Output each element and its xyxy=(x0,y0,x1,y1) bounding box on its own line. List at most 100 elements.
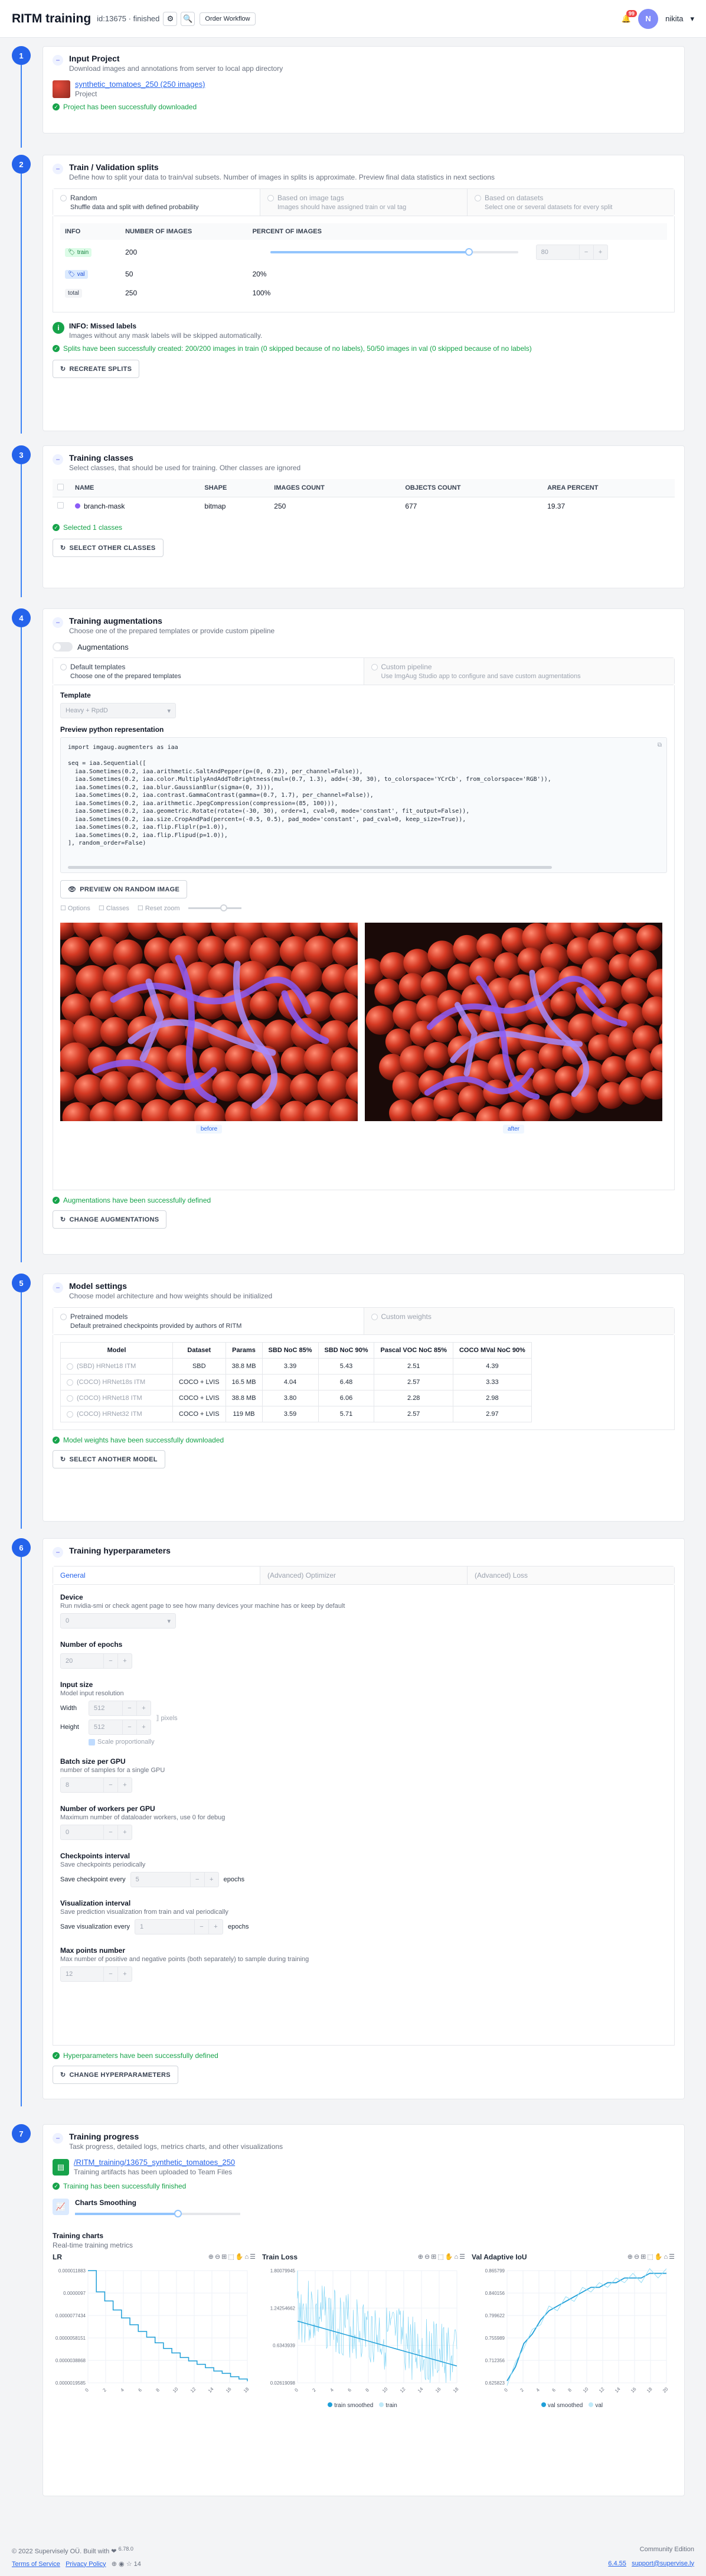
workers-input[interactable]: 0− + xyxy=(60,1825,132,1840)
preview-label: Preview python representation xyxy=(60,725,164,734)
epochs-input[interactable]: 20− + xyxy=(60,1653,132,1669)
hyperparameters-card: − Training hyperparameters General (Advan… xyxy=(43,1538,685,2099)
search-icon[interactable]: 🔍 xyxy=(181,11,195,26)
collapse-icon[interactable]: − xyxy=(53,164,63,174)
select-other-classes-button[interactable]: ↻ SELECT OTHER CLASSES xyxy=(53,539,164,557)
collapse-icon[interactable]: − xyxy=(53,454,63,465)
chart-toolbar-icons[interactable]: ⊕⊖⊞⬚✋⌂☰ xyxy=(627,2253,676,2261)
tab-default-templates[interactable]: Default templates Choose one of the prepa… xyxy=(53,658,364,685)
device-select[interactable]: 0 ▾ xyxy=(60,1613,176,1629)
class-checkbox[interactable] xyxy=(57,502,64,509)
tab-random[interactable]: Random Shuffle data and split with define… xyxy=(53,189,260,216)
tab-custom-weights[interactable]: Custom weights xyxy=(364,1308,674,1334)
y-tick-label: 0.000011883 xyxy=(58,2268,86,2274)
tab-optimizer[interactable]: (Advanced) Optimizer xyxy=(260,1567,468,1584)
batch-size-input[interactable]: 8− + xyxy=(60,1777,132,1793)
tomato xyxy=(250,991,279,1020)
classes-checkbox[interactable]: ☐ Classes xyxy=(99,904,129,912)
model-row[interactable]: (COCO) HRNet18s ITM COCO + LVIS 16.5 MB 4.0… xyxy=(60,1374,532,1390)
collapse-icon[interactable]: − xyxy=(53,1282,63,1293)
tab-custom-pipeline[interactable]: Custom pipeline Use ImgAug Studio app to … xyxy=(364,658,674,685)
artifacts-link[interactable]: /RITM_training/13675_synthetic_tomatoes_… xyxy=(74,2158,235,2167)
checkpoint-interval-input[interactable]: 5− + xyxy=(130,1872,219,1887)
support-email[interactable]: support@supervise.ly xyxy=(632,2560,694,2567)
chart-0: LR ⊕⊖⊞⬚✋⌂☰ 0.000011883 0.0000097 0.000007743… xyxy=(53,2253,259,2430)
train-percent-slider[interactable] xyxy=(270,248,518,256)
code-line: iaa.Sometimes(0.2, iaa.arithmetic.JpegCo… xyxy=(68,800,338,807)
build-link[interactable]: 6.4.55 xyxy=(608,2560,626,2567)
collapse-icon[interactable]: − xyxy=(53,1547,63,1558)
order-workflow-button[interactable]: Order Workflow xyxy=(200,12,256,25)
opacity-slider[interactable] xyxy=(188,904,241,911)
tomato xyxy=(303,1043,335,1076)
height-input[interactable]: 512− + xyxy=(89,1719,151,1735)
width-input[interactable]: 512− + xyxy=(89,1701,151,1716)
template-select[interactable]: Heavy + RpdD ▾ xyxy=(60,703,176,718)
splits-table: INFO NUMBER OF IMAGES PERCENT OF IMAGES 🏷 t… xyxy=(60,223,667,302)
chart-toolbar-icons[interactable]: ⊕⊖⊞⬚✋⌂☰ xyxy=(418,2253,466,2261)
tab-image-tags[interactable]: Based on image tags Images should have as… xyxy=(260,189,468,216)
step-number: 5 xyxy=(12,1274,31,1292)
collapse-icon[interactable]: − xyxy=(53,617,63,628)
y-tick-label: 0.840156 xyxy=(485,2291,505,2296)
y-tick-label: 0.0000077434 xyxy=(55,2313,86,2318)
y-tick-label: 0.625823 xyxy=(485,2380,505,2386)
collapse-icon[interactable]: − xyxy=(53,2133,63,2144)
terms-link[interactable]: Terms of Service xyxy=(12,2561,60,2568)
task-meta: id:13675 · finished xyxy=(97,14,160,23)
check-icon: ✓ xyxy=(53,1197,60,1204)
train-percent-input[interactable]: 80− + xyxy=(535,245,608,260)
x-tick-label: 0 xyxy=(84,2387,90,2393)
x-tick-label: 12 xyxy=(399,2386,407,2394)
augmentations-toggle[interactable] xyxy=(53,642,73,652)
legend-item: train xyxy=(379,2402,397,2409)
project-link[interactable]: synthetic_tomatoes_250 (250 images) xyxy=(75,80,205,89)
max-points-input[interactable]: 12− + xyxy=(60,1966,132,1982)
avatar[interactable]: N xyxy=(638,8,659,29)
chart-svg: 1.80079945 1.24254662 0.6343939 0.026190980… xyxy=(270,2268,460,2394)
tab-loss[interactable]: (Advanced) Loss xyxy=(468,1567,674,1584)
change-hyperparameters-button[interactable]: ↻ CHANGE HYPERPARAMETERS xyxy=(53,2066,178,2084)
training-progress-card: − Training progress Task progress, detaile… xyxy=(43,2124,685,2496)
change-augmentations-button[interactable]: ↻ CHANGE AUGMENTATIONS xyxy=(53,1210,167,1229)
chart-toolbar-icons[interactable]: ⊕⊖⊞⬚✋⌂☰ xyxy=(208,2253,257,2261)
model-row[interactable]: (COCO) HRNet18 ITM COCO + LVIS 38.8 MB 3.80… xyxy=(60,1390,532,1406)
step-number: 7 xyxy=(12,2124,31,2143)
star-count: 14 xyxy=(133,2560,141,2568)
user-name[interactable]: nikita xyxy=(665,14,683,23)
tomato xyxy=(317,1070,349,1103)
recreate-splits-button[interactable]: ↻ RECREATE SPLITS xyxy=(53,360,140,378)
tab-general[interactable]: General xyxy=(53,1567,260,1584)
options-checkbox[interactable]: ☐ Options xyxy=(60,904,90,912)
settings-icon[interactable]: ⚙ xyxy=(163,11,178,26)
tab-pretrained[interactable]: Pretrained models Default pretrained chec… xyxy=(53,1308,364,1334)
tomato xyxy=(99,1071,130,1102)
x-tick-label: 4 xyxy=(329,2387,335,2393)
step-1: 1 − Input Project Download images and anno… xyxy=(0,46,706,148)
smoothing-slider[interactable] xyxy=(75,2210,240,2217)
notifications-bell-icon[interactable]: 🔔 99 xyxy=(622,9,637,24)
model-row[interactable]: (COCO) HRNet32 ITM COCO + LVIS 119 MB 3.59 5… xyxy=(60,1406,532,1422)
copyright: © 2022 Supervisely OÜ. Built with ❤ 6.78… xyxy=(12,2546,134,2555)
visualization-interval-input[interactable]: 1− + xyxy=(135,1919,224,1935)
scrollbar[interactable] xyxy=(68,866,552,869)
collapse-icon[interactable]: − xyxy=(53,55,63,66)
slack-icon[interactable]: ⊕ xyxy=(112,2561,117,2568)
github-icon[interactable]: ◉ xyxy=(119,2561,125,2568)
copy-icon[interactable]: ⧉ xyxy=(658,741,662,750)
model-row[interactable]: (SBD) HRNet18 ITM SBD 38.8 MB 3.39 5.43 2.51 4… xyxy=(60,1358,532,1375)
privacy-link[interactable]: Privacy Policy xyxy=(66,2561,106,2568)
select-another-model-button[interactable]: ↻ SELECT ANOTHER MODEL xyxy=(53,1450,165,1468)
step-6: 6 − Training hyperparameters General (Adv… xyxy=(0,1538,706,2109)
select-all-checkbox[interactable] xyxy=(57,484,64,490)
scale-checkbox[interactable]: Scale proportionally xyxy=(89,1738,667,1745)
preview-random-button[interactable]: 👁 PREVIEW ON RANDOM IMAGE xyxy=(60,880,188,898)
tomato xyxy=(60,1042,92,1076)
code-line: iaa.Sometimes(0.2, iaa.flip.Fliplr(p=1.0… xyxy=(68,824,228,831)
tab-datasets[interactable]: Based on datasets Select one or several d… xyxy=(468,189,674,216)
chevron-down-icon[interactable]: ▾ xyxy=(690,14,694,24)
check-icon: ✓ xyxy=(53,524,60,531)
reset-zoom-checkbox[interactable]: ☐ Reset zoom xyxy=(138,904,180,912)
y-tick-label: 0.712356 xyxy=(485,2358,505,2363)
x-tick-label: 14 xyxy=(417,2386,424,2394)
